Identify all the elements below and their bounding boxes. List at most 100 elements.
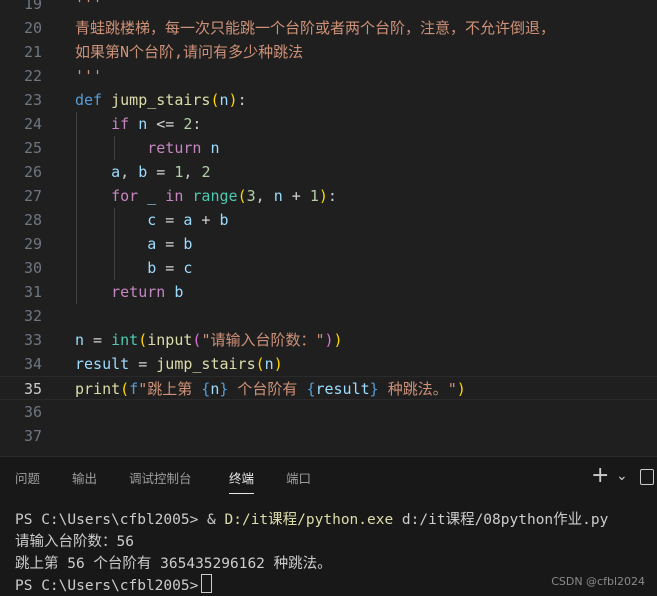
code-line[interactable]: 37 xyxy=(0,424,657,448)
code-line[interactable]: 25 return n xyxy=(0,136,657,160)
code-text: 如果第N个台阶,请问有多少种跳法 xyxy=(75,40,303,64)
code-line[interactable]: 34 result = jump_stairs(n) xyxy=(0,352,657,376)
code-text: if n <= 2: xyxy=(75,112,201,136)
code-token: ''' xyxy=(75,0,103,13)
code-text: 青蛙跳楼梯，每一次只能跳一个台阶或者两个台阶，注意，不允许倒退， xyxy=(75,16,555,40)
code-text: a, b = 1, 2 xyxy=(75,160,210,184)
terminal-line: PS C:\Users\cfbl2005> & D:/it课程/python.e… xyxy=(15,508,608,529)
code-text: c = a + b xyxy=(75,208,228,232)
code-line[interactable]: 23 def jump_stairs(n): xyxy=(0,88,657,112)
code-token: return xyxy=(147,139,211,157)
tab-1[interactable]: 输出 xyxy=(72,466,97,492)
line-number: 21 xyxy=(23,43,42,61)
code-line[interactable]: 32 xyxy=(0,304,657,328)
code-token: f xyxy=(129,380,139,398)
code-token: ( xyxy=(255,355,265,373)
code-token: { xyxy=(201,380,211,398)
watermark-text: CSDN @cfbl2024 xyxy=(551,575,645,588)
line-number: 25 xyxy=(23,139,42,157)
code-token: c xyxy=(183,259,193,277)
add-terminal-icon[interactable]: + xyxy=(591,461,609,491)
indent-guide xyxy=(114,136,115,160)
code-token: result xyxy=(75,355,130,373)
code-text: def jump_stairs(n): xyxy=(75,88,247,112)
code-text: a = b xyxy=(75,232,192,256)
line-number: 32 xyxy=(23,307,42,325)
code-text: print(f"跳上第 {n} 个台阶有 {result} 种跳法。") xyxy=(75,377,466,401)
code-token: n xyxy=(264,355,274,373)
code-token: ( xyxy=(210,91,220,109)
code-line[interactable]: 27 for _ in range(3, n + 1): xyxy=(0,184,657,208)
code-line[interactable]: 22 ''' xyxy=(0,64,657,88)
code-token: 2 xyxy=(201,163,211,181)
code-token: a xyxy=(111,163,121,181)
code-text: n = int(input("请输入台阶数：")) xyxy=(75,328,343,352)
code-token: , xyxy=(255,187,274,205)
code-line[interactable]: 19 ''' xyxy=(0,0,657,16)
code-token: n xyxy=(138,115,148,133)
code-line[interactable]: 29 a = b xyxy=(0,232,657,256)
code-token: input xyxy=(147,331,193,349)
code-text: for _ in range(3, n + 1): xyxy=(75,184,337,208)
code-token: } xyxy=(369,380,379,398)
code-token: c xyxy=(147,211,157,229)
code-line[interactable]: 26 a, b = 1, 2 xyxy=(0,160,657,184)
code-line[interactable]: 33 n = int(input("请输入台阶数：")) xyxy=(0,328,657,352)
code-token: "跳上第 xyxy=(138,380,202,398)
code-token: n xyxy=(75,331,85,349)
tab-4[interactable]: 端口 xyxy=(286,466,311,492)
tab-3[interactable]: 终端 xyxy=(229,466,255,494)
code-token: n xyxy=(219,91,229,109)
code-line[interactable]: 35 print(f"跳上第 {n} 个台阶有 {result} 种跳法。") xyxy=(0,376,657,400)
terminal-text: 跳上第 56 个台阶有 365435296162 种跳法。 xyxy=(15,556,332,572)
terminal-dropdown-icon[interactable]: ⌄ xyxy=(616,465,628,487)
code-token: for xyxy=(111,187,148,205)
split-terminal-icon[interactable] xyxy=(640,469,654,485)
code-token: 1 xyxy=(309,187,319,205)
code-line[interactable]: 28 c = a + b xyxy=(0,208,657,232)
tab-label: 输出 xyxy=(72,471,98,486)
code-token: n xyxy=(210,139,220,157)
tab-label: 调试控制台 xyxy=(129,471,192,486)
tab-label: 问题 xyxy=(15,471,41,486)
code-token: ''' xyxy=(75,67,103,85)
tab-0[interactable]: 问题 xyxy=(15,466,40,492)
code-line[interactable]: 36 xyxy=(0,400,657,424)
code-token: 如果第N个台阶,请问有多少种跳法 xyxy=(75,43,304,61)
code-line[interactable]: 31 return b xyxy=(0,280,657,304)
code-token: a xyxy=(147,235,157,253)
code-token: int xyxy=(111,331,139,349)
terminal-line: 跳上第 56 个台阶有 365435296162 种跳法。 xyxy=(15,552,332,573)
line-number: 19 xyxy=(23,0,42,13)
code-token: = xyxy=(156,211,184,229)
line-number: 28 xyxy=(23,211,42,229)
code-text: return b xyxy=(75,280,183,304)
code-token: ( xyxy=(120,380,130,398)
code-token: ) xyxy=(318,187,328,205)
code-text: b = c xyxy=(75,256,192,280)
code-token: def xyxy=(75,91,112,109)
code-token: 3 xyxy=(246,187,256,205)
line-number: 26 xyxy=(23,163,42,181)
code-line[interactable]: 24 if n <= 2: xyxy=(0,112,657,136)
line-number: 31 xyxy=(23,283,42,301)
code-token: , xyxy=(120,163,139,181)
code-line[interactable]: 30 b = c xyxy=(0,256,657,280)
code-token: return xyxy=(111,283,175,301)
terminal-line: PS C:\Users\cfbl2005> xyxy=(15,574,213,594)
tab-2[interactable]: 调试控制台 xyxy=(129,466,192,492)
line-number: 33 xyxy=(23,331,42,349)
code-line[interactable]: 20 青蛙跳楼梯，每一次只能跳一个台阶或者两个台阶，注意，不允许倒退， xyxy=(0,16,657,40)
terminal-text: PS C:\Users\cfbl2005> & xyxy=(15,512,225,528)
code-token: , xyxy=(183,163,202,181)
indent-guide xyxy=(76,112,77,304)
code-line[interactable]: 21 如果第N个台阶,请问有多少种跳法 xyxy=(0,40,657,64)
code-token: 个台阶有 xyxy=(228,380,307,398)
line-number: 36 xyxy=(23,403,42,421)
code-token: jump_stairs xyxy=(111,91,211,109)
code-editor[interactable]: 19 ''' 20 青蛙跳楼梯，每一次只能跳一个台阶或者两个台阶，注意，不允许倒退， 2… xyxy=(0,0,657,456)
